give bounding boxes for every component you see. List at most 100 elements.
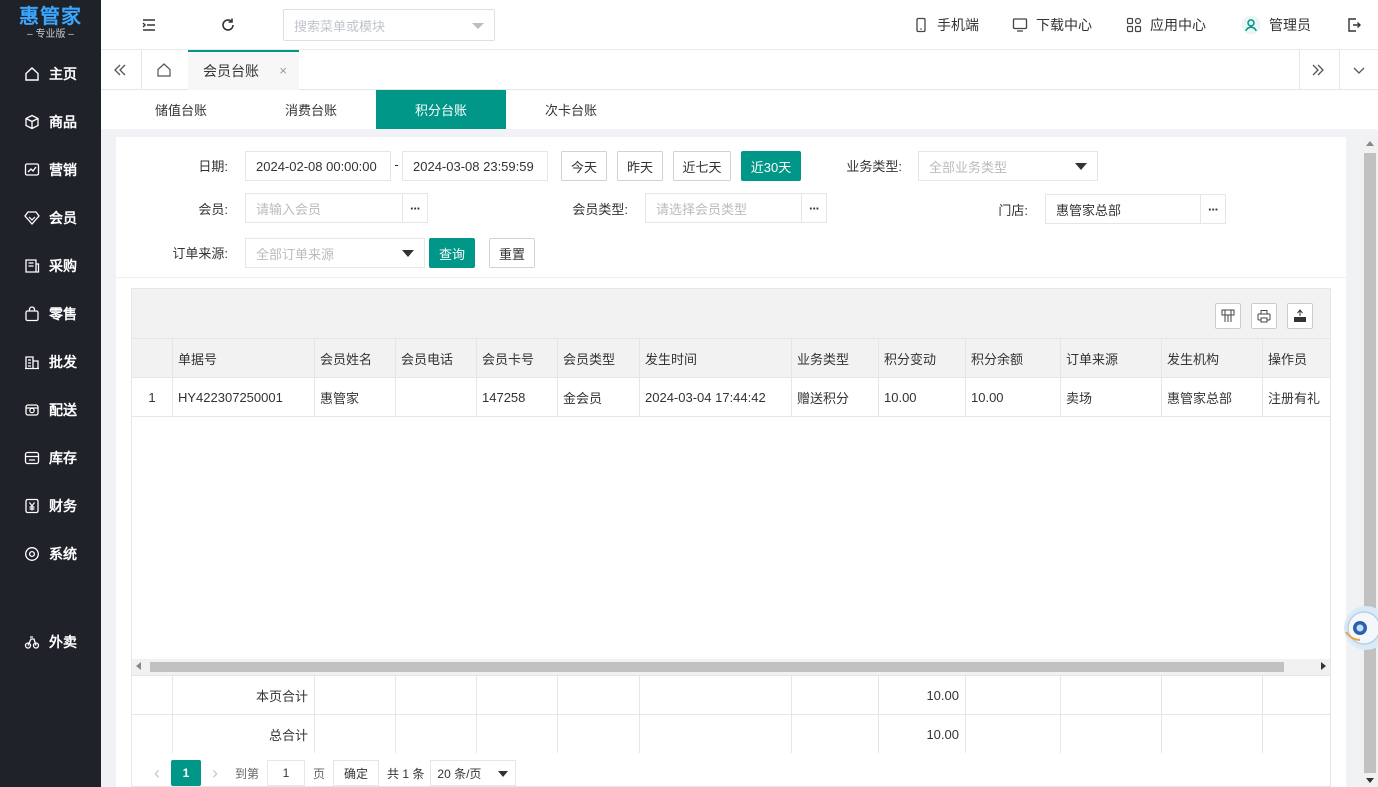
vertical-scrollbar[interactable] [1362,137,1378,787]
monitor-icon [1012,18,1028,32]
horizontal-scrollbar[interactable] [132,659,1330,675]
scroll-tabs-left-icon[interactable] [109,60,131,80]
logo-edition: – 专业版 – [27,29,74,40]
sidebar-item-building[interactable]: 批发 [0,342,101,382]
scroll-up-icon[interactable] [1366,141,1374,146]
app-center-label: 应用中心 [1150,17,1206,33]
page-size-select[interactable]: 20 条/页 [430,760,517,786]
scroll-tabs-right-icon[interactable] [1307,60,1329,80]
page-total-col-member-type [558,676,640,714]
scroll-left-icon[interactable] [136,662,141,670]
refresh-icon[interactable] [218,15,238,35]
sidebar-item-chart[interactable]: 营销 [0,150,101,190]
col-member-phone-cell [396,378,477,416]
menu-collapse-icon[interactable] [139,15,159,35]
export-icon[interactable] [1287,303,1313,329]
date-start-input[interactable]: 2024-02-08 00:00:00 [245,151,391,181]
grand-total-col-operator [1263,715,1330,753]
diamond-icon [24,211,40,225]
edition-label: 专业版 [35,29,66,40]
order-source-select[interactable]: 全部订单来源 [245,238,425,268]
store-input[interactable]: 惠管家总部 [1045,194,1201,224]
goto-confirm-button[interactable]: 确定 [333,760,380,786]
sidebar-item-diamond[interactable]: 会员 [0,198,101,238]
today-button[interactable]: 今天 [561,151,607,181]
col-card-no-header: 会员卡号 [477,339,558,377]
query-button[interactable]: 查询 [429,238,475,268]
prev-page-icon[interactable]: ‹ [143,760,171,786]
col-order-source-cell: 卖场 [1061,378,1162,416]
member-input[interactable]: 请输入会员 [245,193,403,223]
sidebar-item-delivery[interactable]: 配送 [0,390,101,430]
col-org-cell: 惠管家总部 [1162,378,1263,416]
reset-button[interactable]: 重置 [489,238,535,268]
subtab-label: 消费台账 [284,103,337,118]
sidebar-item-label: 营销 [49,162,77,178]
scrollbar-thumb[interactable] [1364,153,1376,773]
points-ledger-table: 单据号 会员姓名 会员电话 会员卡号 会员类型 发生时间 业务类型 积分变动 积分余额 订单来源发… [131,288,1331,787]
member-picker-button[interactable]: ··· [402,193,428,223]
user-menu[interactable]: 管理员 [1241,0,1311,50]
sidebar-item-label: 财务 [49,498,77,514]
search-placeholder: 搜索菜单或模块 [294,18,386,34]
app-center-link[interactable]: 应用中心 [1126,0,1206,50]
scroll-down-icon[interactable] [1366,778,1374,783]
mobile-link[interactable]: 手机端 [913,0,979,50]
inventory-icon [24,451,40,465]
table-row[interactable]: 1 HY422307250001 惠管家 147258 金会员 2024-03-04 17… [132,378,1330,417]
member-type-input[interactable]: 请选择会员类型 [645,193,802,223]
yesterday-button[interactable]: 昨天 [617,151,663,181]
grand-total-col-points-balance [966,715,1061,753]
biz-type-select[interactable]: 全部业务类型 [918,151,1098,181]
sidebar-item-bike[interactable]: 外卖 [0,622,101,662]
chart-icon [24,163,40,176]
sidebar-item-purchase[interactable]: 采购 [0,246,101,286]
assistant-robot-icon[interactable] [1342,588,1378,658]
tab-member-ledger[interactable]: 会员台账 × [188,50,299,90]
logout-icon[interactable] [1344,15,1364,35]
user-name: 管理员 [1269,17,1311,33]
building-icon [25,356,39,370]
store-picker-button[interactable]: ··· [1200,194,1226,224]
subtab-consumption[interactable]: 消费台账 [246,90,376,129]
next-page-icon[interactable]: › [201,760,229,786]
columns-filter-icon[interactable] [1215,303,1241,329]
subtab-stored-value[interactable]: 储值台账 [116,90,246,129]
close-icon[interactable]: × [279,63,287,78]
subtab-label: 次卡台账 [544,103,597,118]
col-order-source-header: 订单来源 [1061,339,1162,377]
sidebar-item-home[interactable]: 主页 [0,54,101,94]
page-number-current[interactable]: 1 [171,760,201,786]
scroll-right-icon[interactable] [1321,662,1326,670]
col-member-name-header: 会员姓名 [315,339,396,377]
page-total-col-order-source [1061,676,1162,714]
member-type-picker-button[interactable]: ··· [801,193,827,223]
bag-icon [25,306,39,322]
col-operator-cell: 注册有礼 [1263,378,1330,416]
sidebar-item-label: 会员 [49,210,77,226]
apps-icon [1126,17,1142,33]
col-index-cell: 1 [132,378,173,416]
sidebar-item-settings[interactable]: 系统 [0,534,101,574]
col-time-header: 发生时间 [640,339,792,377]
sidebar-item-yen[interactable]: 财务 [0,486,101,526]
page-unit-label: 页 [313,766,326,781]
download-center-link[interactable]: 下载中心 [1012,0,1092,50]
home-tab-icon[interactable] [153,60,175,80]
order-source-label: 订单来源: [172,246,228,261]
menu-search-input[interactable]: 搜索菜单或模块 [283,9,495,41]
sidebar-item-box[interactable]: 商品 [0,102,101,142]
print-icon[interactable] [1251,303,1277,329]
subtab-points[interactable]: 积分台账 [376,90,506,129]
last-30-days-button[interactable]: 近30天 [741,151,801,181]
page-total-col-time [640,676,792,714]
goto-page-input[interactable]: 1 [267,760,306,786]
tab-menu-chevron-down-icon[interactable] [1348,60,1370,80]
grand-total-row: 总合计 10.00 [132,714,1330,753]
subtab-times-card[interactable]: 次卡台账 [506,90,636,129]
date-end-input[interactable]: 2024-03-08 23:59:59 [402,151,548,181]
sidebar-item-bag[interactable]: 零售 [0,294,101,334]
scrollbar-thumb[interactable] [150,662,1284,672]
sidebar-item-inventory[interactable]: 库存 [0,438,101,478]
last-7-days-button[interactable]: 近七天 [673,151,731,181]
